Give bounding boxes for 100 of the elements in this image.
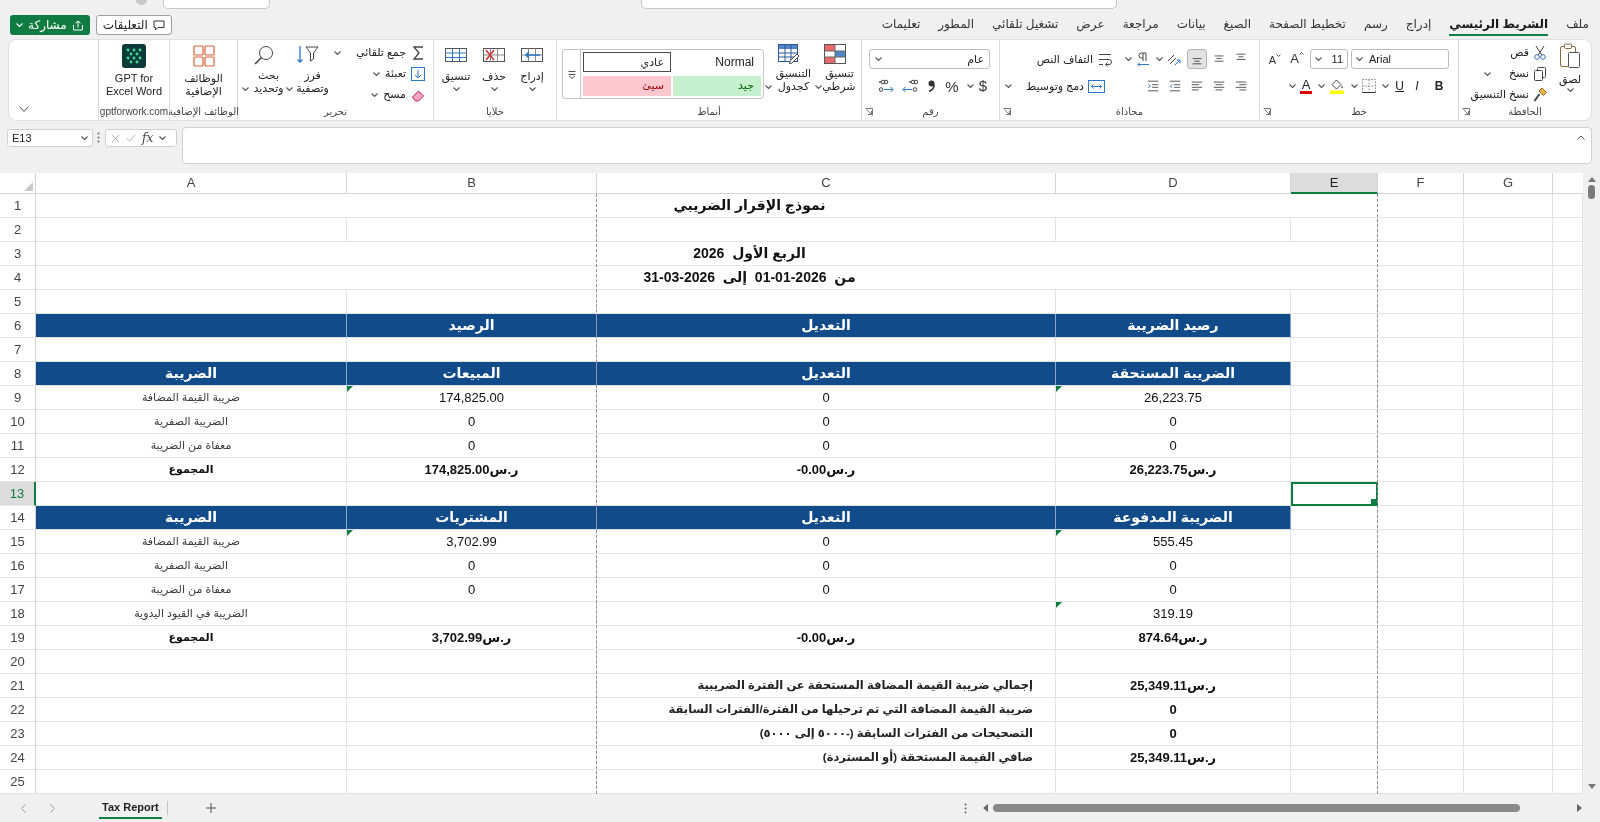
row-header[interactable]: 18 xyxy=(0,602,36,626)
empty-cell[interactable] xyxy=(1553,530,1583,554)
empty-cell[interactable] xyxy=(1291,698,1378,722)
empty-cell[interactable] xyxy=(1553,386,1583,410)
insert-function-button[interactable]: fx xyxy=(142,131,154,145)
empty-cell[interactable] xyxy=(1464,386,1553,410)
empty-cell[interactable] xyxy=(1553,602,1583,626)
row-header[interactable]: 6 xyxy=(0,314,36,338)
empty-cell[interactable] xyxy=(347,674,597,698)
row-header[interactable]: 22 xyxy=(0,698,36,722)
grow-font-button[interactable]: A xyxy=(1287,49,1307,69)
empty-cell[interactable] xyxy=(597,218,1056,242)
format-painter-button[interactable]: نسخ التنسيق xyxy=(1470,84,1547,105)
empty-cell[interactable] xyxy=(347,698,597,722)
empty-cell[interactable] xyxy=(1378,722,1464,746)
empty-cell[interactable] xyxy=(1553,290,1583,314)
more-icon[interactable] xyxy=(97,132,100,143)
row-header[interactable]: 20 xyxy=(0,650,36,674)
row-header[interactable]: 25 xyxy=(0,770,36,794)
title-bar-field[interactable] xyxy=(163,0,270,9)
empty-cell[interactable] xyxy=(1464,194,1553,218)
empty-cell[interactable] xyxy=(1378,602,1464,626)
style-option[interactable]: جيد xyxy=(673,75,761,96)
collapse-ribbon-icon[interactable] xyxy=(19,106,29,112)
shrink-font-button[interactable]: A xyxy=(1265,49,1285,69)
column-header[interactable]: B xyxy=(347,173,597,194)
italic-button[interactable]: I xyxy=(1408,76,1426,96)
empty-cell[interactable] xyxy=(1553,338,1583,362)
empty-cell[interactable] xyxy=(1553,746,1583,770)
empty-cell[interactable] xyxy=(1464,506,1553,530)
scrollbar-thumb[interactable] xyxy=(1588,185,1595,199)
empty-cell[interactable] xyxy=(1464,290,1553,314)
column-header[interactable]: F xyxy=(1378,173,1464,194)
ribbon-tab[interactable]: ملف xyxy=(1566,14,1589,36)
dialog-launcher-icon[interactable] xyxy=(865,107,873,116)
autosum-button[interactable]: جمع تلقائي xyxy=(334,42,425,63)
chevron-right-icon[interactable] xyxy=(50,803,55,813)
empty-cell[interactable] xyxy=(1378,290,1464,314)
text-direction-button[interactable] xyxy=(1125,49,1151,69)
empty-cell[interactable] xyxy=(1464,362,1553,386)
empty-cell[interactable] xyxy=(1378,362,1464,386)
empty-cell[interactable] xyxy=(1291,578,1378,602)
empty-cell[interactable] xyxy=(1378,650,1464,674)
conditional-formatting-button[interactable]: تنسيق شرطي xyxy=(814,44,856,93)
error-indicator-icon[interactable] xyxy=(1056,602,1062,608)
sheet-tab[interactable]: Tax Report xyxy=(99,797,162,819)
ribbon-tab[interactable]: إدراج xyxy=(1405,14,1432,36)
ribbon-tab[interactable]: الشريط الرئيسي xyxy=(1449,14,1549,36)
empty-cell[interactable] xyxy=(1378,338,1464,362)
row-header[interactable]: 11 xyxy=(0,434,36,458)
empty-cell[interactable] xyxy=(1378,458,1464,482)
column-header[interactable]: A xyxy=(36,173,347,194)
empty-cell[interactable] xyxy=(1378,674,1464,698)
empty-cell[interactable] xyxy=(1291,554,1378,578)
empty-cell[interactable] xyxy=(1291,410,1378,434)
fill-button[interactable]: تعبئة xyxy=(373,63,425,84)
clear-button[interactable]: مسح xyxy=(371,84,425,105)
row-header[interactable]: 2 xyxy=(0,218,36,242)
empty-cell[interactable] xyxy=(1378,530,1464,554)
empty-cell[interactable] xyxy=(597,650,1056,674)
ribbon-tab[interactable]: الصيغ xyxy=(1223,14,1251,36)
row-header[interactable]: 21 xyxy=(0,674,36,698)
empty-cell[interactable] xyxy=(1291,626,1378,650)
currency-button[interactable]: $ xyxy=(966,76,987,96)
empty-cell[interactable] xyxy=(1464,578,1553,602)
scroll-left-icon[interactable] xyxy=(983,804,988,812)
ribbon-tab[interactable]: تشغيل تلقائي xyxy=(992,14,1059,36)
empty-cell[interactable] xyxy=(1464,266,1553,290)
name-box[interactable]: E13 xyxy=(7,129,93,147)
empty-cell[interactable] xyxy=(1553,362,1583,386)
row-header[interactable]: 9 xyxy=(0,386,36,410)
empty-cell[interactable] xyxy=(1464,554,1553,578)
empty-cell[interactable] xyxy=(1056,218,1291,242)
empty-cell[interactable] xyxy=(1291,290,1378,314)
row-header[interactable]: 23 xyxy=(0,722,36,746)
chevron-left-icon[interactable] xyxy=(21,803,26,813)
style-option[interactable]: سيئ xyxy=(583,75,671,96)
empty-cell[interactable] xyxy=(1553,266,1583,290)
empty-cell[interactable] xyxy=(1464,650,1553,674)
empty-cell[interactable] xyxy=(1378,386,1464,410)
paste-button[interactable]: لصق xyxy=(1555,42,1585,92)
comments-button[interactable]: التعليقات xyxy=(95,15,172,35)
row-header[interactable]: 5 xyxy=(0,290,36,314)
empty-cell[interactable] xyxy=(1464,410,1553,434)
bold-button[interactable]: B xyxy=(1430,76,1448,96)
empty-cell[interactable] xyxy=(597,602,1056,626)
empty-cell[interactable] xyxy=(1378,434,1464,458)
delete-cells-button[interactable]: حذف xyxy=(476,46,512,91)
ribbon-tab[interactable]: رسم xyxy=(1363,14,1388,36)
cancel-icon[interactable] xyxy=(111,133,120,143)
scrollbar-thumb[interactable] xyxy=(993,804,1520,812)
empty-cell[interactable] xyxy=(1378,482,1464,506)
empty-cell[interactable] xyxy=(1378,506,1464,530)
column-header[interactable]: C xyxy=(597,173,1056,194)
ribbon-tab[interactable]: المطور xyxy=(938,14,975,36)
empty-cell[interactable] xyxy=(1464,530,1553,554)
bottom-align-button[interactable] xyxy=(1187,49,1207,69)
row-header[interactable]: 10 xyxy=(0,410,36,434)
empty-cell[interactable] xyxy=(1291,458,1378,482)
empty-cell[interactable] xyxy=(1553,698,1583,722)
